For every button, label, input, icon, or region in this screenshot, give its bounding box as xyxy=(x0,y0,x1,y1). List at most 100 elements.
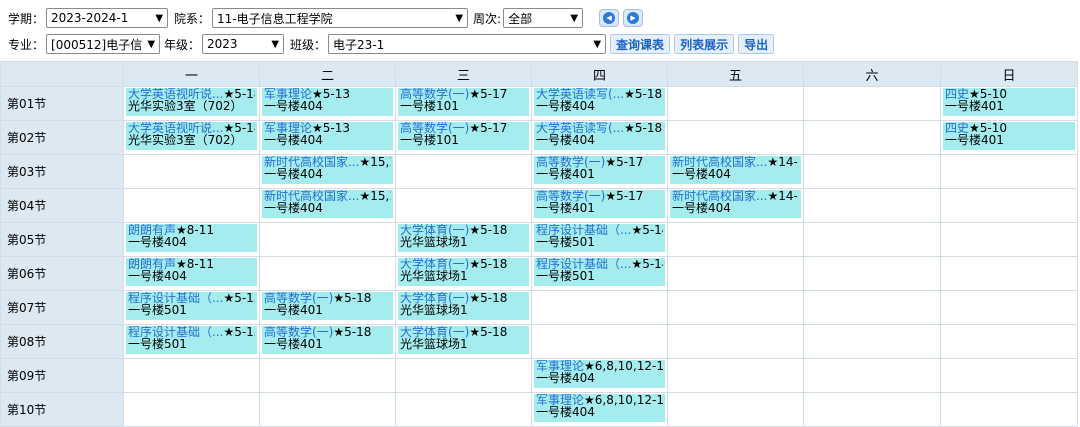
course-name[interactable]: 新时代高校国家... xyxy=(264,156,359,168)
course-block[interactable]: 大学英语视听说...★5-18光华实验3室（702） xyxy=(126,88,257,116)
course-block[interactable]: 大学英语视听说...★5-18光华实验3室（702） xyxy=(126,122,257,150)
course-block[interactable]: 高等数学(一)★5-17 一号楼401 xyxy=(534,156,665,184)
course-block[interactable]: 大学英语读写(...★5-18 一号楼404 xyxy=(534,88,665,116)
course-title[interactable]: 朗朗有声★8-11 xyxy=(128,258,255,270)
course-block[interactable]: 大学英语读写(...★5-18 一号楼404 xyxy=(534,122,665,150)
course-block[interactable]: 四史★5-10 一号楼401 xyxy=(943,88,1075,116)
course-block[interactable]: 程序设计基础（...★5-15一号楼501 xyxy=(126,292,257,320)
course-block[interactable]: 朗朗有声★8-11 一号楼404 xyxy=(126,224,257,252)
course-name[interactable]: 四史 xyxy=(945,122,969,134)
course-name[interactable]: 大学体育(一) xyxy=(400,326,469,338)
course-name[interactable]: 高等数学(一) xyxy=(264,292,333,304)
course-title[interactable]: 高等数学(一)★5-17 xyxy=(400,88,527,100)
course-name[interactable]: 大学英语读写(... xyxy=(536,122,624,134)
course-block[interactable]: 高等数学(一)★5-17 一号楼101 xyxy=(398,88,529,116)
export-button[interactable]: 导出 xyxy=(738,34,775,54)
course-title[interactable]: 新时代高校国家...★15,17 xyxy=(264,190,391,202)
course-block[interactable]: 军事理论★5-13 一号楼404 xyxy=(262,88,393,116)
course-title[interactable]: 新时代高校国家...★15,17 xyxy=(264,156,391,168)
query-timetable-button[interactable]: 查询课表 xyxy=(610,34,671,54)
course-block[interactable]: 朗朗有声★8-11 一号楼404 xyxy=(126,258,257,286)
course-name[interactable]: 高等数学(一) xyxy=(264,326,333,338)
course-block[interactable]: 新时代高校国家...★15,17一号楼404 xyxy=(262,190,393,218)
course-name[interactable]: 大学英语读写(... xyxy=(536,88,624,100)
course-title[interactable]: 程序设计基础（...★5-14 xyxy=(536,224,663,236)
course-block[interactable]: 程序设计基础（...★5-14一号楼501 xyxy=(534,258,665,286)
course-title[interactable]: 高等数学(一)★5-17 xyxy=(536,156,663,168)
course-title[interactable]: 程序设计基础（...★5-15 xyxy=(128,292,255,304)
course-block[interactable]: 四史★5-10 一号楼401 xyxy=(943,122,1075,150)
course-title[interactable]: 大学体育(一)★5-18 xyxy=(400,292,527,304)
course-name[interactable]: 朗朗有声 xyxy=(128,258,176,270)
course-name[interactable]: 大学体育(一) xyxy=(400,258,469,270)
course-block[interactable]: 大学体育(一)★5-18 光华篮球场1 xyxy=(398,258,529,286)
dept-select[interactable]: 11-电子信息工程学院 ▼ xyxy=(212,8,469,28)
course-name[interactable]: 军事理论 xyxy=(536,394,584,406)
course-name[interactable]: 高等数学(一) xyxy=(400,88,469,100)
course-title[interactable]: 军事理论★5-13 xyxy=(264,88,391,100)
course-name[interactable]: 程序设计基础（... xyxy=(128,326,223,338)
course-block[interactable]: 新时代高校国家...★14-17一号楼404 xyxy=(670,156,801,184)
course-block[interactable]: 高等数学(一)★5-18 一号楼401 xyxy=(262,326,393,354)
course-name[interactable]: 大学体育(一) xyxy=(400,224,469,236)
course-block[interactable]: 大学体育(一)★5-18 光华篮球场1 xyxy=(398,326,529,354)
course-title[interactable]: 军事理论★6,8,10,12-13 xyxy=(536,360,663,372)
major-select[interactable]: [000512]电子信! ▼ xyxy=(46,34,161,54)
term-select[interactable]: 2023-2024-1 ▼ xyxy=(46,8,169,28)
course-block[interactable]: 大学体育(一)★5-18 光华篮球场1 xyxy=(398,224,529,252)
course-title[interactable]: 大学体育(一)★5-18 xyxy=(400,224,527,236)
course-name[interactable]: 新时代高校国家... xyxy=(264,190,359,202)
list-view-button[interactable]: 列表展示 xyxy=(674,34,735,54)
course-block[interactable]: 大学体育(一)★5-18 光华篮球场1 xyxy=(398,292,529,320)
course-title[interactable]: 朗朗有声★8-11 xyxy=(128,224,255,236)
course-name[interactable]: 程序设计基础（... xyxy=(536,258,631,270)
course-block[interactable]: 新时代高校国家...★14-17一号楼404 xyxy=(670,190,801,218)
course-block[interactable]: 程序设计基础（...★5-14一号楼501 xyxy=(534,224,665,252)
course-block[interactable]: 军事理论★5-13 一号楼404 xyxy=(262,122,393,150)
course-title[interactable]: 大学英语视听说...★5-18 xyxy=(128,88,255,100)
course-name[interactable]: 高等数学(一) xyxy=(400,122,469,134)
week-select[interactable]: 全部 ▼ xyxy=(503,8,584,28)
course-name[interactable]: 程序设计基础（... xyxy=(128,292,223,304)
course-block[interactable]: 高等数学(一)★5-17 一号楼101 xyxy=(398,122,529,150)
course-name[interactable]: 新时代高校国家... xyxy=(672,190,767,202)
course-title[interactable]: 四史★5-10 xyxy=(945,88,1073,100)
course-title[interactable]: 大学体育(一)★5-18 xyxy=(400,326,527,338)
course-title[interactable]: 四史★5-10 xyxy=(945,122,1073,134)
course-title[interactable]: 程序设计基础（...★5-14 xyxy=(536,258,663,270)
course-name[interactable]: 军事理论 xyxy=(264,88,312,100)
course-title[interactable]: 新时代高校国家...★14-17 xyxy=(672,156,799,168)
course-title[interactable]: 大学英语读写(...★5-18 xyxy=(536,122,663,134)
grade-select[interactable]: 2023 ▼ xyxy=(202,34,285,54)
course-title[interactable]: 高等数学(一)★5-17 xyxy=(400,122,527,134)
course-title[interactable]: 大学英语读写(...★5-18 xyxy=(536,88,663,100)
course-name[interactable]: 大学体育(一) xyxy=(400,292,469,304)
course-title[interactable]: 高等数学(一)★5-18 xyxy=(264,326,391,338)
prev-week-button[interactable]: ◀ xyxy=(599,9,620,27)
course-title[interactable]: 军事理论★5-13 xyxy=(264,122,391,134)
course-name[interactable]: 四史 xyxy=(945,88,969,100)
course-title[interactable]: 军事理论★6,8,10,12-13 xyxy=(536,394,663,406)
course-block[interactable]: 高等数学(一)★5-17 一号楼401 xyxy=(534,190,665,218)
course-name[interactable]: 朗朗有声 xyxy=(128,224,176,236)
next-week-button[interactable]: ▶ xyxy=(623,9,644,27)
course-block[interactable]: 高等数学(一)★5-18 一号楼401 xyxy=(262,292,393,320)
course-name[interactable]: 程序设计基础（... xyxy=(536,224,631,236)
course-name[interactable]: 大学英语视听说... xyxy=(128,88,223,100)
course-title[interactable]: 新时代高校国家...★14-17 xyxy=(672,190,799,202)
course-block[interactable]: 军事理论★6,8,10,12-13 一号楼404 xyxy=(534,360,665,388)
course-title[interactable]: 大学英语视听说...★5-18 xyxy=(128,122,255,134)
course-title[interactable]: 高等数学(一)★5-18 xyxy=(264,292,391,304)
class-select[interactable]: 电子23-1 ▼ xyxy=(328,34,607,54)
course-block[interactable]: 新时代高校国家...★15,17一号楼404 xyxy=(262,156,393,184)
course-name[interactable]: 军事理论 xyxy=(264,122,312,134)
course-name[interactable]: 大学英语视听说... xyxy=(128,122,223,134)
course-name[interactable]: 军事理论 xyxy=(536,360,584,372)
course-name[interactable]: 高等数学(一) xyxy=(536,156,605,168)
course-title[interactable]: 高等数学(一)★5-17 xyxy=(536,190,663,202)
course-title[interactable]: 程序设计基础（...★5-15 xyxy=(128,326,255,338)
course-name[interactable]: 高等数学(一) xyxy=(536,190,605,202)
course-block[interactable]: 程序设计基础（...★5-15一号楼501 xyxy=(126,326,257,354)
course-name[interactable]: 新时代高校国家... xyxy=(672,156,767,168)
course-title[interactable]: 大学体育(一)★5-18 xyxy=(400,258,527,270)
